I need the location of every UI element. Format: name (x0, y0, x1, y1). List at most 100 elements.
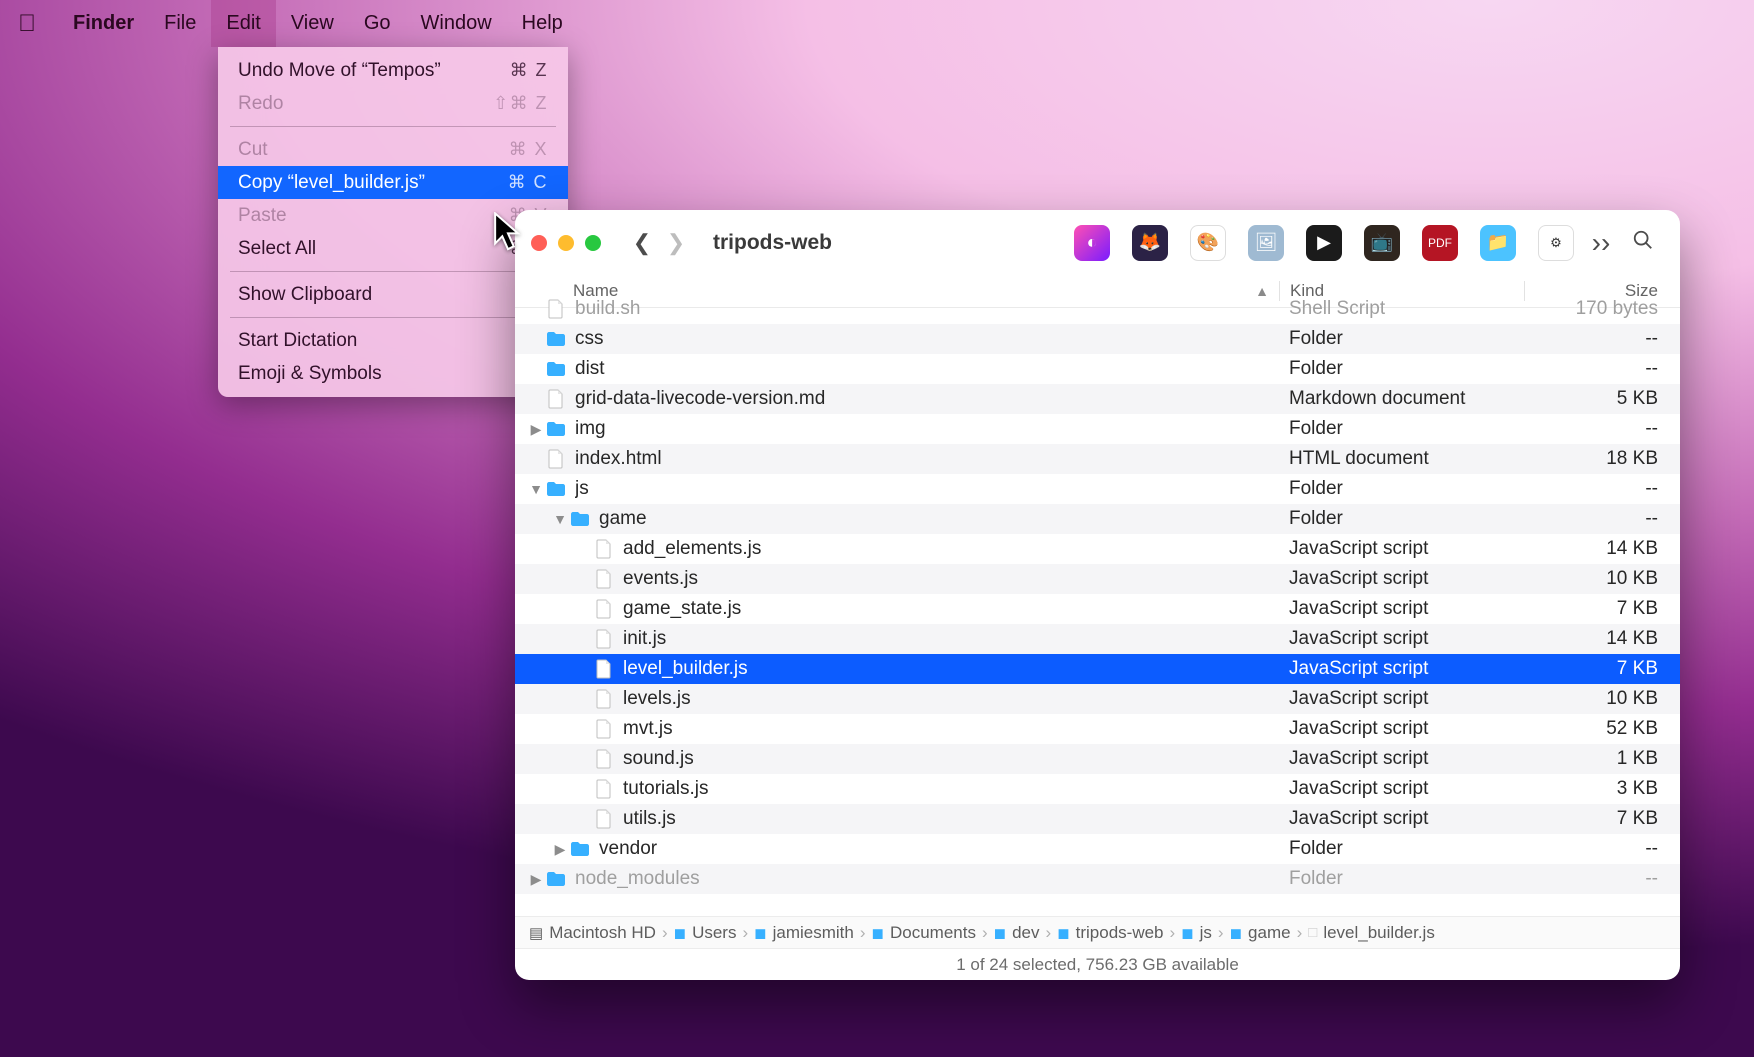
search-button[interactable] (1626, 229, 1660, 257)
file-kind: JavaScript script (1279, 778, 1524, 800)
app-menu[interactable]: Finder (58, 0, 149, 47)
folder-row[interactable]: ▶vendorFolder-- (515, 834, 1680, 864)
file-size: 52 KB (1524, 718, 1664, 740)
back-button[interactable]: ❮ (625, 226, 659, 260)
folder-row[interactable]: cssFolder-- (515, 324, 1680, 354)
file-size: -- (1524, 358, 1664, 380)
file-name: events.js (623, 568, 1279, 590)
file-row[interactable]: levels.jsJavaScript script10 KB (515, 684, 1680, 714)
disclosure-icon[interactable]: ▶ (527, 871, 545, 888)
folder-row[interactable]: ▶node_modulesFolder-- (515, 864, 1680, 894)
file-name: css (575, 328, 1279, 350)
menu-view[interactable]: View (276, 0, 349, 47)
file-name: js (575, 478, 1279, 500)
menu-go[interactable]: Go (349, 0, 406, 47)
path-crumb-label: js (1200, 923, 1212, 943)
file-icon (593, 778, 615, 800)
close-button[interactable] (531, 235, 547, 251)
toolbar-app-app-9[interactable]: ⚙ (1538, 225, 1574, 261)
file-kind: JavaScript script (1279, 538, 1524, 560)
menu-item: Cut⌘ X (218, 133, 568, 166)
toolbar-app-app-4[interactable]: 🖼 (1248, 225, 1284, 261)
file-list[interactable]: build.shShell Script170 bytescssFolder--… (515, 294, 1680, 916)
folder-icon: ◼ (872, 924, 884, 942)
toolbar-app-app-2[interactable]: 🦊 (1132, 225, 1168, 261)
path-crumb-label: Users (692, 923, 736, 943)
menu-item-shortcut: ⌘ C (508, 172, 548, 193)
file-row[interactable]: mvt.jsJavaScript script52 KB (515, 714, 1680, 744)
file-size: 10 KB (1524, 568, 1664, 590)
file-row[interactable]: build.shShell Script170 bytes (515, 294, 1680, 324)
menu-edit[interactable]: Edit (211, 0, 275, 47)
disclosure-icon[interactable]: ▼ (527, 481, 545, 497)
toolbar-app-app-5[interactable]: ▶ (1306, 225, 1342, 261)
file-row[interactable]: events.jsJavaScript script10 KB (515, 564, 1680, 594)
file-name: utils.js (623, 808, 1279, 830)
menu-item[interactable]: Undo Move of “Tempos”⌘ Z (218, 54, 568, 87)
file-size: 18 KB (1524, 448, 1664, 470)
folder-row[interactable]: ▼gameFolder-- (515, 504, 1680, 534)
file-row[interactable]: index.htmlHTML document18 KB (515, 444, 1680, 474)
titlebar[interactable]: ❮ ❯ tripods-web ◐🦊🎨🖼▶📺PDF📁⚙ ›› (515, 210, 1680, 275)
file-row[interactable]: level_builder.jsJavaScript script7 KB (515, 654, 1680, 684)
file-icon (593, 568, 615, 590)
path-crumb[interactable]: ◼jamiesmith (754, 923, 854, 943)
disclosure-icon[interactable]: ▶ (551, 841, 569, 858)
folder-icon (545, 358, 567, 380)
toolbar-app-app-1[interactable]: ◐ (1074, 225, 1110, 261)
file-icon (593, 808, 615, 830)
folder-icon: ◼ (674, 924, 686, 942)
folder-row[interactable]: ▶imgFolder-- (515, 414, 1680, 444)
toolbar-app-app-3[interactable]: 🎨 (1190, 225, 1226, 261)
path-crumb[interactable]: ◼dev (994, 923, 1040, 943)
disclosure-icon[interactable]: ▶ (527, 421, 545, 438)
toolbar-overflow-button[interactable]: ›› (1584, 227, 1618, 259)
disclosure-icon[interactable]: ▼ (551, 511, 569, 527)
toolbar-app-app-7[interactable]: PDF (1422, 225, 1458, 261)
path-crumb-label: Documents (890, 923, 976, 943)
file-row[interactable]: tutorials.jsJavaScript script3 KB (515, 774, 1680, 804)
path-crumb[interactable]: ◼ Documents (872, 923, 976, 943)
file-name: mvt.js (623, 718, 1279, 740)
menubar:  Finder File Edit View Go Window Help (0, 0, 1754, 47)
file-row[interactable]: sound.jsJavaScript script1 KB (515, 744, 1680, 774)
toolbar-app-app-6[interactable]: 📺 (1364, 225, 1400, 261)
menu-item-label: Select All (238, 238, 316, 260)
folder-icon (545, 418, 567, 440)
menu-window[interactable]: Window (406, 0, 507, 47)
file-name: sound.js (623, 748, 1279, 770)
apple-menu-icon[interactable]:  (18, 10, 36, 38)
path-crumb[interactable]: ▤Macintosh HD (529, 923, 656, 943)
path-crumb[interactable]: □level_builder.js (1308, 923, 1435, 943)
file-kind: JavaScript script (1279, 568, 1524, 590)
folder-icon (545, 328, 567, 350)
file-row[interactable]: add_elements.jsJavaScript script14 KB (515, 534, 1680, 564)
path-crumb-label: jamiesmith (773, 923, 854, 943)
path-separator-icon: › (1046, 923, 1052, 943)
menu-help[interactable]: Help (507, 0, 578, 47)
file-size: 3 KB (1524, 778, 1664, 800)
path-crumb[interactable]: ◼game (1230, 923, 1291, 943)
menu-item[interactable]: Copy “level_builder.js”⌘ C (218, 166, 568, 199)
zoom-button[interactable] (585, 235, 601, 251)
toolbar-app-app-8[interactable]: 📁 (1480, 225, 1516, 261)
file-name: vendor (599, 838, 1279, 860)
folder-row[interactable]: ▼jsFolder-- (515, 474, 1680, 504)
file-row[interactable]: game_state.jsJavaScript script7 KB (515, 594, 1680, 624)
path-crumb[interactable]: ◼tripods-web (1057, 923, 1163, 943)
menu-file[interactable]: File (149, 0, 211, 47)
file-kind: Folder (1279, 838, 1524, 860)
file-row[interactable]: utils.jsJavaScript script7 KB (515, 804, 1680, 834)
file-name: grid-data-livecode-version.md (575, 388, 1279, 410)
forward-button[interactable]: ❯ (659, 226, 693, 260)
minimize-button[interactable] (558, 235, 574, 251)
file-icon (593, 598, 615, 620)
folder-row[interactable]: distFolder-- (515, 354, 1680, 384)
folder-icon: ◼ (1057, 924, 1069, 942)
file-size: 7 KB (1524, 598, 1664, 620)
path-crumb[interactable]: ◼ Users (674, 923, 737, 943)
file-row[interactable]: init.jsJavaScript script14 KB (515, 624, 1680, 654)
file-row[interactable]: grid-data-livecode-version.mdMarkdown do… (515, 384, 1680, 414)
path-crumb[interactable]: ◼js (1181, 923, 1212, 943)
file-kind: JavaScript script (1279, 628, 1524, 650)
